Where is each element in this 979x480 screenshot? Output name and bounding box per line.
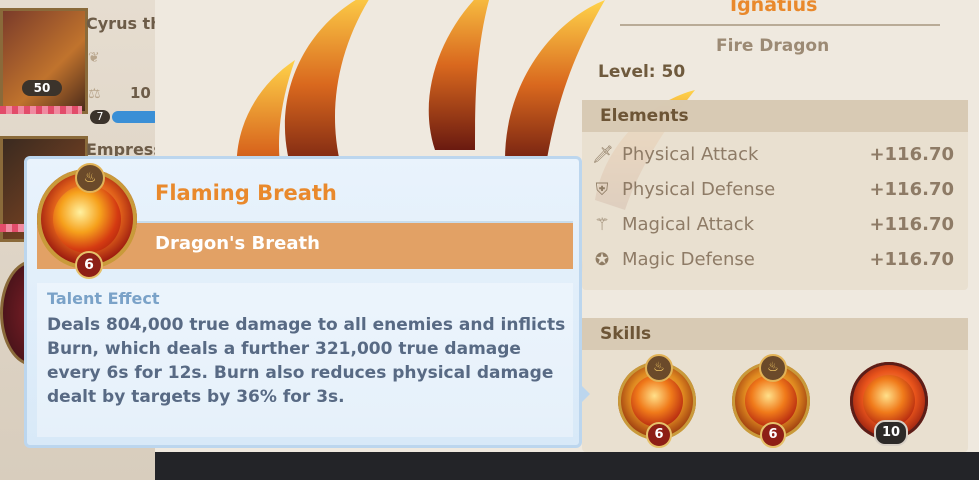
flame-emblem-icon: ♨ [645, 354, 673, 382]
skills-header: Skills [582, 318, 968, 350]
skill-dragon-breath[interactable]: ♨ 6 [618, 354, 696, 448]
flame-emblem-icon: ♨ [75, 163, 105, 193]
hero-rank-badge: 7 [90, 110, 110, 124]
hero-portrait [0, 8, 88, 114]
skill-type: Dragon's Breath [155, 233, 320, 254]
stat-value: +116.70 [869, 214, 954, 235]
stat-row-physical-attack: 🗡 Physical Attack +116.70 [582, 138, 968, 173]
skill-dragon-roar[interactable]: ♨ 6 [732, 354, 810, 448]
skill-flame-burst[interactable]: 10 [850, 362, 928, 446]
hero-card-cyrus[interactable]: 50 Cyrus th ❦ ⚖ 10 7 [0, 0, 162, 124]
hero-detail-name: Ignatius [730, 0, 818, 16]
game-screen: 50 Cyrus th ❦ ⚖ 10 7 Empress Ignatius Fi… [0, 0, 979, 480]
stat-value: +116.70 [869, 144, 954, 165]
dragon-breath-icon [53, 185, 121, 253]
leaf-icon: ❦ [88, 50, 100, 66]
shield-icon: ⛨ [595, 180, 609, 200]
stat-row-magic-defense: ✪ Magic Defense +116.70 [582, 243, 968, 278]
hero-name: Cyrus th [86, 14, 162, 33]
sword-icon: 🗡 [592, 145, 614, 165]
tooltip-pointer [580, 384, 590, 404]
skill-name: Flaming Breath [155, 181, 337, 205]
scale-icon: ⚖ [88, 86, 101, 102]
skill-tooltip: Dragon's Breath ♨ 6 Flaming Breath Talen… [24, 156, 582, 448]
skill-level-badge: 10 [874, 420, 908, 446]
stat-row-physical-defense: ⛨ Physical Defense +116.70 [582, 173, 968, 208]
staff-icon: ⚚ [594, 215, 610, 235]
skill-level-badge: 6 [75, 251, 103, 279]
hero-stat-value: 10 [130, 84, 151, 102]
stat-name: Physical Defense [622, 179, 776, 200]
skill-level-badge: 6 [646, 422, 672, 448]
skills-panel: Skills ♨ 6 ♨ 6 10 [582, 318, 968, 452]
stat-name: Physical Attack [622, 144, 759, 165]
dragon-breath-icon [631, 375, 683, 427]
hero-stars [0, 106, 82, 114]
hero-progress-bar [112, 111, 160, 123]
stat-value: +116.70 [869, 249, 954, 270]
magic-shield-icon: ✪ [594, 250, 610, 270]
skill-level-badge: 6 [760, 422, 786, 448]
stat-name: Magic Defense [622, 249, 755, 270]
hero-detail-level: Level: 50 [598, 62, 686, 82]
hero-level-badge: 50 [22, 80, 62, 96]
elements-panel: Elements 🗡 Physical Attack +116.70 ⛨ Phy… [582, 100, 968, 290]
stat-value: +116.70 [869, 179, 954, 200]
elements-header: Elements [582, 100, 968, 132]
title-divider [620, 24, 940, 26]
bottom-bar [155, 452, 979, 480]
stat-row-magical-attack: ⚚ Magical Attack +116.70 [582, 208, 968, 243]
stat-name: Magical Attack [622, 214, 755, 235]
skill-effect-box: Talent Effect Deals 804,000 true damage … [37, 283, 573, 437]
flame-emblem-icon: ♨ [759, 354, 787, 382]
effect-label: Talent Effect [47, 289, 160, 308]
effect-description: Deals 804,000 true damage to all enemies… [47, 315, 566, 407]
hero-detail-subtitle: Fire Dragon [716, 36, 830, 56]
dragon-roar-icon [745, 375, 797, 427]
tooltip-skill-icon: ♨ 6 [37, 163, 137, 279]
